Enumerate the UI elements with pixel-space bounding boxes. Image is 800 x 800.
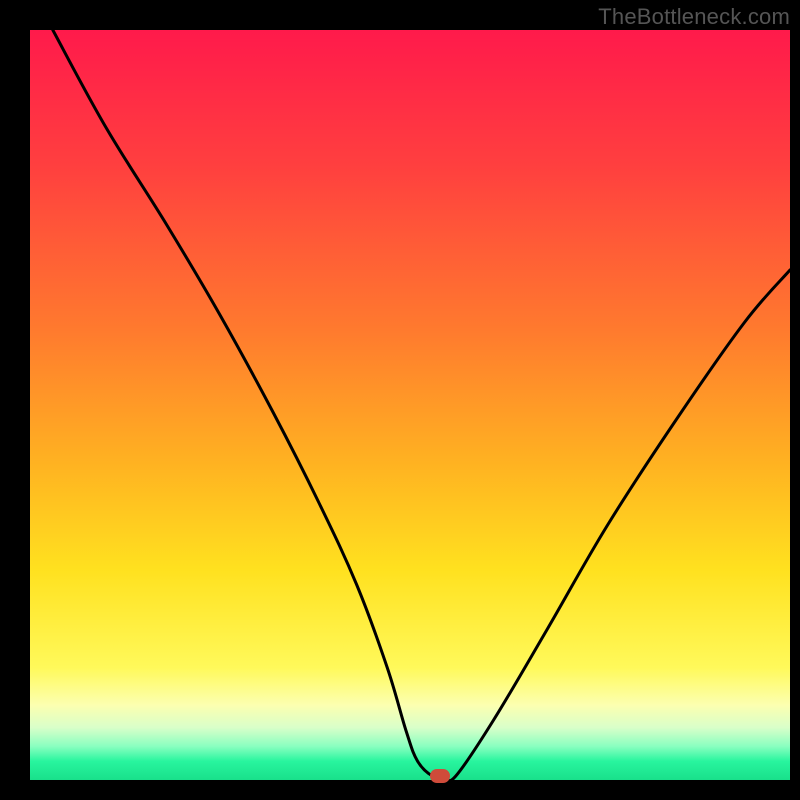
watermark-text: TheBottleneck.com (598, 4, 790, 30)
bottleneck-chart: TheBottleneck.com (0, 0, 800, 800)
optimal-point-marker (430, 769, 450, 783)
gradient-background (30, 30, 790, 780)
chart-svg (0, 0, 800, 800)
